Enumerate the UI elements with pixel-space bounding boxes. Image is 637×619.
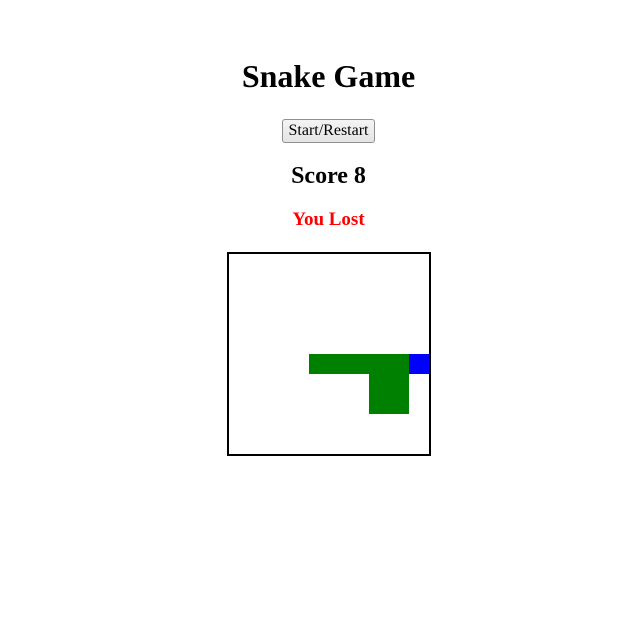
start-restart-button[interactable]: Start/Restart	[282, 119, 375, 143]
game-board[interactable]	[227, 252, 431, 456]
snake-body-segment	[369, 394, 389, 414]
snake-body-segment	[389, 374, 409, 394]
snake-body-segment	[309, 354, 329, 374]
snake-body-segment	[389, 354, 409, 374]
game-status-message: You Lost	[292, 209, 365, 230]
snake-body-segment	[369, 354, 389, 374]
snake-body-segment	[369, 374, 389, 394]
snake-body-segment	[349, 354, 369, 374]
score-display: Score 8	[291, 163, 366, 189]
snake-body-segment	[389, 394, 409, 414]
page-title: Snake Game	[241, 58, 416, 94]
snake-body-segment	[329, 354, 349, 374]
snake-head	[409, 354, 429, 374]
